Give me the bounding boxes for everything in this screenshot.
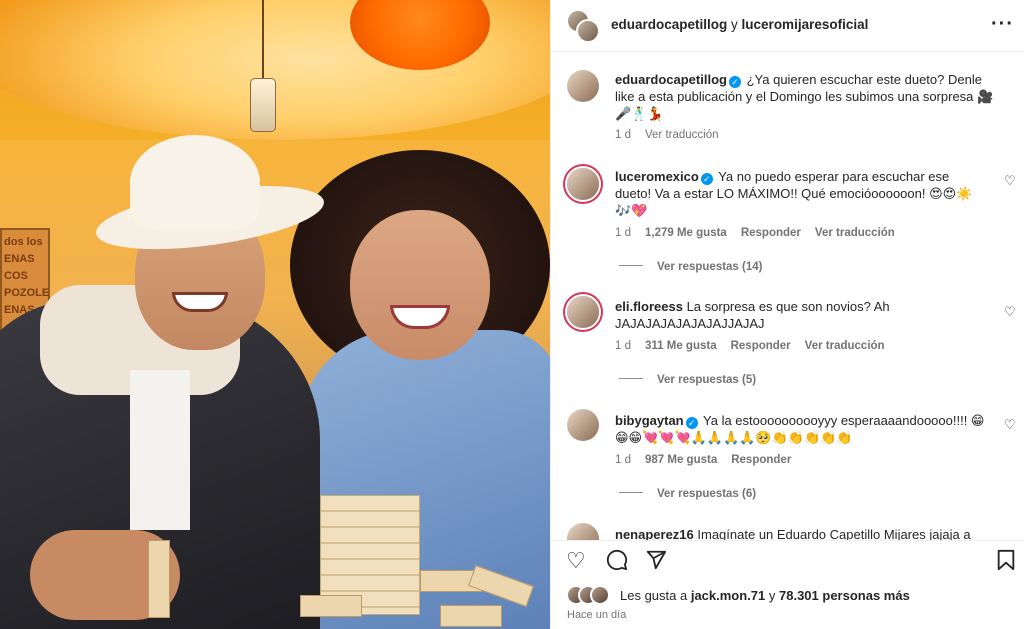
action-bar: ♡ xyxy=(551,540,1024,580)
replies-line xyxy=(619,378,643,379)
comment-likes[interactable]: 311 Me gusta xyxy=(645,340,717,352)
woman-face xyxy=(350,210,490,360)
post-side-panel: eduardocapetillog y luceromijaresoficial… xyxy=(550,0,1024,629)
avatar xyxy=(590,585,610,605)
reply-button[interactable]: Responder xyxy=(731,454,791,466)
comments-list[interactable]: eduardocapetillog ✓ ¿Ya quieren escuchar … xyxy=(551,53,1024,540)
likes-prefix: Les gusta a xyxy=(620,588,691,603)
jenga-block xyxy=(148,540,170,618)
hanging-lamp xyxy=(250,78,276,132)
comment-icon[interactable] xyxy=(606,549,628,576)
avatar[interactable] xyxy=(567,168,599,200)
comment-meta: 1 d 987 Me gusta Responder xyxy=(615,454,805,466)
comment-username[interactable]: nenaperez16 xyxy=(615,527,694,540)
replies-line xyxy=(619,265,643,266)
cowboy-hat-crown xyxy=(130,135,260,230)
comment-age: 1 d xyxy=(615,454,631,466)
comment-username[interactable]: eduardocapetillog xyxy=(615,72,727,87)
view-replies-button[interactable]: Ver respuestas (14) xyxy=(619,261,762,273)
replies-label: Ver respuestas (14) xyxy=(657,261,763,273)
bookmark-icon[interactable] xyxy=(996,549,1016,576)
comment-username[interactable]: eli.floreess xyxy=(615,299,683,314)
man-white-shirt xyxy=(130,370,190,530)
sign-line: dos los xyxy=(4,236,43,248)
comment-meta: 1 d 1,279 Me gusta Responder Ver traducción xyxy=(615,227,909,239)
comment-text: eli.floreess La sorpresa es que son novi… xyxy=(615,298,975,332)
avatar[interactable] xyxy=(567,70,599,102)
heart-icon[interactable]: ♡ xyxy=(566,549,586,573)
liker-link[interactable]: jack.mon.71 xyxy=(691,588,765,603)
comment-text: bibygaytan ✓ Ya la estoooooooooyyy espera… xyxy=(615,412,985,446)
lamp-cord xyxy=(262,0,264,80)
replies-label: Ver respuestas (5) xyxy=(657,374,757,386)
post-header: eduardocapetillog y luceromijaresoficial… xyxy=(551,0,1024,52)
authors-joiner: y xyxy=(727,17,742,32)
jenga-block xyxy=(300,595,362,617)
avatar[interactable] xyxy=(567,523,599,540)
reply-button[interactable]: Responder xyxy=(731,340,791,352)
comment-meta: 1 d Ver traducción xyxy=(615,129,733,141)
translate-link[interactable]: Ver traducción xyxy=(815,227,895,239)
comment-age: 1 d xyxy=(615,227,631,239)
reply-button[interactable]: Responder xyxy=(741,227,801,239)
comment-text: nenaperez16 Imagínate un Eduardo Capetil… xyxy=(615,526,985,540)
jenga-block xyxy=(440,605,502,627)
translate-link[interactable]: Ver traducción xyxy=(805,340,885,352)
likes-count-link[interactable]: 78.301 personas más xyxy=(779,588,910,603)
verified-badge-icon: ✓ xyxy=(700,173,713,185)
comment-icon-svg xyxy=(606,549,628,571)
avatar[interactable] xyxy=(567,296,599,328)
more-horizontal-icon[interactable]: ··· xyxy=(991,13,1014,36)
comment-likes[interactable]: 1,279 Me gusta xyxy=(645,227,727,239)
sign-line: ENAS xyxy=(4,253,35,265)
comment-username[interactable]: luceromexico xyxy=(615,169,699,184)
comment-text: luceromexico ✓ Ya no puedo esperar para e… xyxy=(615,168,975,219)
verified-badge-icon: ✓ xyxy=(685,417,698,429)
comment-body: Imagínate un Eduardo Capetillo Mijares j… xyxy=(697,527,971,540)
send-icon-svg xyxy=(646,550,667,570)
likes-text: Les gusta a jack.mon.71 y 78.301 persona… xyxy=(620,588,910,603)
heart-icon[interactable]: ♡ xyxy=(1004,417,1016,433)
likes-summary: Les gusta a jack.mon.71 y 78.301 persona… xyxy=(551,583,1024,607)
replies-line xyxy=(619,492,643,493)
author-link[interactable]: luceromijaresoficial xyxy=(742,17,869,32)
heart-icon[interactable]: ♡ xyxy=(1004,304,1016,320)
post-timestamp[interactable]: Hace un día xyxy=(567,609,626,621)
heart-icon[interactable]: ♡ xyxy=(1004,173,1016,189)
sign-line: POZOLE xyxy=(4,287,50,299)
replies-label: Ver respuestas (6) xyxy=(657,488,757,500)
view-replies-button[interactable]: Ver respuestas (6) xyxy=(619,488,756,500)
sign-line: COS xyxy=(4,270,28,282)
comment-username[interactable]: bibygaytan xyxy=(615,413,684,428)
avatar[interactable] xyxy=(576,19,600,43)
comment-age: 1 d xyxy=(615,340,631,352)
comment-meta: 1 d 311 Me gusta Responder Ver traducción xyxy=(615,340,899,352)
comment-age: 1 d xyxy=(615,129,631,141)
view-replies-button[interactable]: Ver respuestas (5) xyxy=(619,374,756,386)
send-icon[interactable] xyxy=(645,549,667,576)
verified-badge-icon: ✓ xyxy=(728,76,741,88)
comment-likes[interactable]: 987 Me gusta xyxy=(645,454,717,466)
translate-link[interactable]: Ver traducción xyxy=(645,129,719,141)
likes-middle: y xyxy=(765,588,779,603)
bookmark-icon-svg xyxy=(997,549,1015,571)
author-link[interactable]: eduardocapetillog xyxy=(611,17,727,32)
post-photo[interactable]: dos los ENAS COS POZOLE ENAS xyxy=(0,0,550,629)
collab-avatars[interactable] xyxy=(566,9,600,43)
post-authors: eduardocapetillog y luceromijaresoficial xyxy=(611,17,868,32)
avatar[interactable] xyxy=(567,409,599,441)
caption-text: eduardocapetillog ✓ ¿Ya quieren escuchar … xyxy=(615,71,995,122)
likers-avatars[interactable] xyxy=(566,585,614,605)
